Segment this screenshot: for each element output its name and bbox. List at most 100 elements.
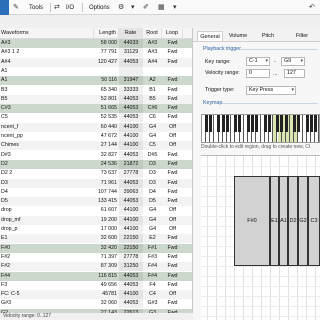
black-key[interactable] xyxy=(292,115,296,132)
io-menu[interactable]: I/O xyxy=(66,3,74,13)
table-row[interactable]: F3 49 656 44053 F4 Fwd xyxy=(0,280,192,290)
chevron-down-icon[interactable]: ▾ xyxy=(131,3,135,13)
table-row[interactable]: ncent_f 60 440 44100 G4 Off xyxy=(0,122,192,132)
piano-keyboard[interactable] xyxy=(201,114,320,143)
column-header-root[interactable]: Root xyxy=(143,28,162,39)
black-key[interactable] xyxy=(313,115,317,132)
loop-cell: Off xyxy=(169,226,176,232)
table-row[interactable]: D4 107 744 39063 D4 Fwd xyxy=(0,187,192,197)
column-header-loop[interactable]: Loop xyxy=(162,28,183,39)
tab-general[interactable]: General xyxy=(197,31,223,41)
table-row[interactable]: A1 50 116 31947 A2 Fwd xyxy=(0,76,192,86)
black-key[interactable] xyxy=(225,115,229,132)
waveform-name-cell: D3 xyxy=(1,179,8,186)
table-row[interactable]: FC: C-5 45781 44100 C4 Off xyxy=(0,290,192,300)
tools-menu[interactable]: Tools xyxy=(29,3,43,13)
import-export-icon[interactable]: ⇄ xyxy=(54,3,60,13)
keymap-region[interactable]: D2 xyxy=(288,176,298,266)
keymap-region[interactable]: F#0 xyxy=(234,176,270,266)
table-row[interactable]: A#3 58 000 44033 A#3 Fwd xyxy=(0,39,192,48)
black-key[interactable] xyxy=(234,115,238,132)
velocity-from-field[interactable]: 0 xyxy=(246,69,270,78)
root-cell: C4 xyxy=(149,291,156,298)
chevron-down-icon[interactable]: ▾ xyxy=(173,3,177,13)
black-key[interactable] xyxy=(284,115,288,132)
keymap-region[interactable]: C3 xyxy=(308,176,320,266)
black-key[interactable] xyxy=(267,115,271,132)
keymap-grid[interactable]: F#0 E1 A1 D2 G2 C3 xyxy=(201,155,320,320)
black-key[interactable] xyxy=(204,115,208,132)
black-key[interactable] xyxy=(255,115,259,132)
black-key[interactable] xyxy=(250,115,254,132)
table-row[interactable]: D2 2 73 637 27778 D3 Fwd xyxy=(0,169,192,179)
grid-icon[interactable]: ▦ xyxy=(158,3,165,13)
table-row[interactable]: drop 61 607 44100 G4 Off xyxy=(0,206,192,216)
column-header-rate[interactable]: Rate xyxy=(119,28,143,39)
table-row[interactable]: Chimes 27 144 44100 C5 Off xyxy=(0,141,192,151)
root-cell xyxy=(143,67,162,76)
key-range-from-value: C-1 xyxy=(249,58,258,64)
length-cell: 49 656 xyxy=(100,281,117,288)
table-row[interactable]: A1 xyxy=(0,66,192,76)
tab-pitch[interactable]: Pitch xyxy=(257,31,279,41)
table-row[interactable]: A#3 1 2 77 791 31129 A#3 Fwd xyxy=(0,48,192,58)
column-header-length[interactable]: Length xyxy=(94,28,119,39)
table-row[interactable]: ncent_pp 47 672 44100 G4 Off xyxy=(0,132,192,141)
key-range-label: Key range: xyxy=(205,59,231,65)
table-row[interactable]: B5 52 801 44053 B5 Fwd xyxy=(0,94,192,104)
root-cell: B1 xyxy=(149,86,156,93)
table-row[interactable]: G#3 32 060 44053 G#3 Fwd xyxy=(0,299,192,309)
black-key[interactable] xyxy=(280,115,284,132)
velocity-to-field[interactable]: 127 xyxy=(284,69,305,78)
wrench-icon[interactable]: ✎ xyxy=(13,3,19,13)
table-row[interactable]: F#0 32 420 22150 F#1 Fwd xyxy=(0,243,192,253)
black-key[interactable] xyxy=(309,115,313,132)
loop-cell: Fwd xyxy=(167,263,178,270)
black-key[interactable] xyxy=(238,115,242,132)
black-key[interactable] xyxy=(263,115,267,132)
rate-cell: 44100 xyxy=(119,206,143,216)
gear-icon[interactable]: ⚙ xyxy=(118,3,124,13)
key-range-from-select[interactable]: C-1 ▾ xyxy=(246,57,270,66)
table-row[interactable]: D3 71 961 44053 D3 Fwd xyxy=(0,178,192,188)
table-row[interactable]: D#3 32 827 44053 D#5 Fwd xyxy=(0,150,192,160)
black-key[interactable] xyxy=(276,115,280,132)
loop-cell: Fwd xyxy=(167,235,178,242)
black-key[interactable] xyxy=(305,115,309,132)
table-row[interactable]: D5 133 415 44053 D5 Fwd xyxy=(0,197,192,207)
grid-line xyxy=(201,266,320,267)
table-row[interactable]: F#2 87 309 31250 F#4 Fwd xyxy=(0,262,192,272)
table-row[interactable]: C5 52 535 44053 C6 Fwd xyxy=(0,113,192,123)
range-ellipsis: ... xyxy=(273,71,278,77)
key-range-to-select[interactable]: G9 ▾ xyxy=(281,57,305,66)
waveform-name-cell: C5 xyxy=(1,114,8,121)
options-menu[interactable]: Options xyxy=(89,3,110,13)
root-cell: A2 xyxy=(149,77,156,84)
undo-icon[interactable]: ↶ xyxy=(309,3,315,13)
keymap-region[interactable]: E1 xyxy=(270,176,279,266)
keymap-region[interactable]: G2 xyxy=(298,176,308,266)
waveform-name-cell: A#3 1 2 xyxy=(1,49,20,56)
edit-icon[interactable]: ✐ xyxy=(143,3,149,13)
tab-filter[interactable]: Filter xyxy=(291,31,313,41)
keymap-region[interactable]: A1 xyxy=(279,176,288,266)
table-row[interactable]: A#4 120 427 44053 A#4 Fwd xyxy=(0,57,192,67)
black-key[interactable] xyxy=(221,115,225,132)
tab-volume[interactable]: Volume xyxy=(225,31,251,41)
table-row[interactable]: F#4 116 815 44053 F#4 Fwd xyxy=(0,271,192,281)
black-key[interactable] xyxy=(246,115,250,132)
waveform-name-cell: D2 xyxy=(1,160,8,167)
table-row[interactable]: B3 65 340 33333 B1 Fwd xyxy=(0,85,192,95)
column-header-waveforms[interactable]: Waveforms xyxy=(0,28,94,39)
table-row[interactable]: drop_p 17 000 44100 G4 Off xyxy=(0,225,192,234)
black-key[interactable] xyxy=(217,115,221,132)
table-row[interactable]: C#3 51 665 44053 C#6 Fwd xyxy=(0,104,192,114)
table-row[interactable]: E1 32 600 22150 E2 Fwd xyxy=(0,234,192,244)
trigger-type-select[interactable]: Key Press ▾ xyxy=(246,86,296,95)
table-row[interactable]: drop_mf 19 200 44100 G4 Off xyxy=(0,215,192,225)
black-key[interactable] xyxy=(297,115,301,132)
group-divider xyxy=(240,49,318,50)
table-row[interactable]: D2 24 536 21872 D3 Fwd xyxy=(0,159,192,169)
black-key[interactable] xyxy=(208,115,212,132)
table-row[interactable]: F#2 71 397 27778 F#3 Fwd xyxy=(0,252,192,262)
